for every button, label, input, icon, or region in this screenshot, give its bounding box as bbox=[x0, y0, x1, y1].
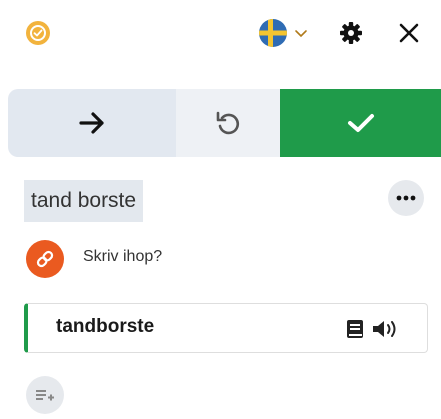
check-icon bbox=[347, 114, 374, 132]
correct-answer-card: tandborste bbox=[24, 303, 428, 353]
undo-icon bbox=[216, 111, 240, 135]
check-button[interactable] bbox=[280, 89, 441, 157]
book-icon[interactable] bbox=[346, 319, 364, 339]
user-answer: tand borste bbox=[24, 180, 144, 222]
logo-icon bbox=[26, 21, 50, 45]
speaker-icon[interactable] bbox=[371, 318, 401, 340]
correct-word: tandborste bbox=[56, 316, 155, 337]
add-to-list-icon bbox=[36, 390, 54, 401]
add-to-list-button[interactable] bbox=[26, 376, 64, 414]
chevron-down-icon[interactable] bbox=[293, 26, 309, 40]
close-icon[interactable] bbox=[396, 20, 422, 46]
link-icon bbox=[26, 240, 64, 278]
action-bar bbox=[8, 89, 441, 157]
hint-text: Skriv ihop? bbox=[83, 248, 163, 265]
ellipsis-icon bbox=[396, 195, 416, 201]
gear-icon[interactable] bbox=[338, 20, 364, 46]
arrow-right-icon bbox=[79, 112, 104, 134]
more-options-button[interactable] bbox=[388, 180, 424, 216]
undo-button[interactable] bbox=[176, 89, 280, 157]
sweden-flag-icon[interactable] bbox=[259, 19, 287, 47]
next-button[interactable] bbox=[8, 89, 176, 157]
